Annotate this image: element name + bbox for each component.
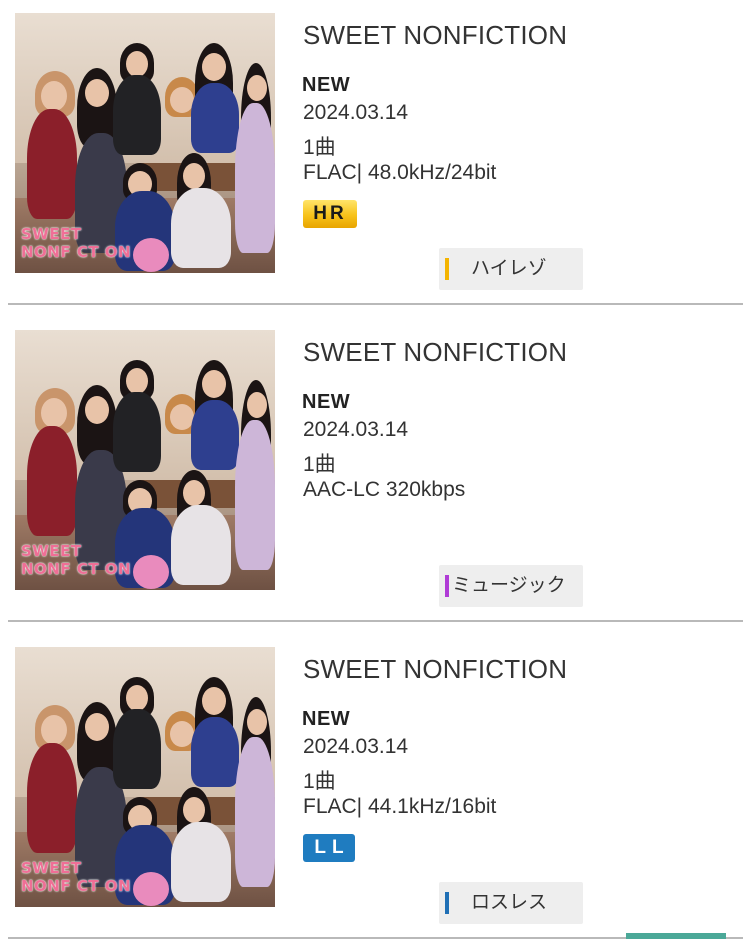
album-title[interactable]: SWEET NONFICTION (303, 337, 567, 368)
new-label: NEW (302, 74, 351, 96)
album-title[interactable]: SWEET NONFICTION (303, 20, 567, 51)
scroll-tab[interactable] (626, 933, 726, 939)
release-list: SWEET NONF CT ON SWEET NONFICTION NEW 20… (0, 0, 750, 939)
cover-title-text: SWEET NONF CT ON (21, 225, 132, 261)
track-count: 1曲 (303, 770, 336, 793)
list-item[interactable]: SWEET NONF CT ON SWEET NONFICTION NEW 20… (0, 0, 750, 316)
release-date: 2024.03.14 (303, 101, 409, 124)
album-cover-image[interactable]: SWEET NONF CT ON (15, 330, 275, 590)
track-count: 1曲 (303, 453, 336, 476)
audio-format: FLAC| 48.0kHz/24bit (303, 161, 497, 184)
new-label: NEW (302, 391, 351, 413)
category-label: ミュージック (452, 575, 566, 596)
cover-title-text: SWEET NONF CT ON (21, 859, 132, 895)
audio-format: AAC-LC 320kbps (303, 478, 466, 501)
hi-res-badge: HR (303, 200, 357, 228)
new-label: NEW (302, 708, 351, 730)
album-cover-image[interactable]: SWEET NONF CT ON (15, 647, 275, 907)
album-cover-image[interactable]: SWEET NONF CT ON (15, 13, 275, 273)
category-color-marker (445, 575, 449, 597)
cover-title-text: SWEET NONF CT ON (21, 542, 132, 578)
audio-format: FLAC| 44.1kHz/16bit (303, 795, 497, 818)
category-button-music[interactable]: ミュージック (439, 565, 583, 607)
item-divider (8, 303, 743, 305)
category-button-hires[interactable]: ハイレゾ (439, 248, 583, 290)
track-count: 1曲 (303, 136, 336, 159)
category-button-lossless[interactable]: ロスレス (439, 882, 583, 924)
release-date: 2024.03.14 (303, 735, 409, 758)
category-color-marker (445, 892, 449, 914)
category-label: ハイレゾ (471, 258, 547, 279)
category-label: ロスレス (471, 892, 548, 913)
item-divider (8, 620, 743, 622)
list-item[interactable]: SWEET NONF CT ON SWEET NONFICTION NEW 20… (0, 317, 750, 633)
release-date: 2024.03.14 (303, 418, 409, 441)
list-item[interactable]: SWEET NONF CT ON SWEET NONFICTION NEW 20… (0, 634, 750, 939)
category-color-marker (445, 258, 449, 280)
lossless-badge: LL (303, 834, 355, 862)
album-title[interactable]: SWEET NONFICTION (303, 654, 567, 685)
